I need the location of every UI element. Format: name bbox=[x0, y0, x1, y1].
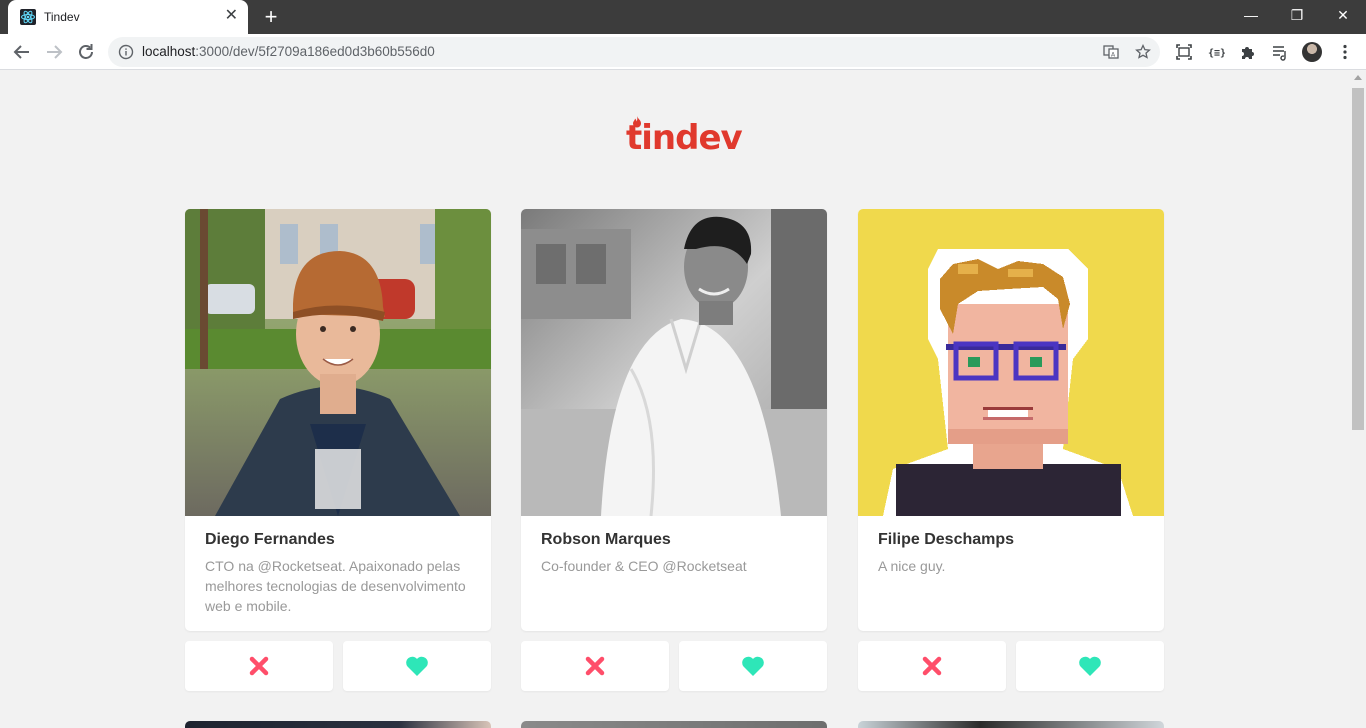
dev-name: Diego Fernandes bbox=[205, 531, 335, 548]
restore-button[interactable]: ❐ bbox=[1274, 0, 1320, 30]
like-button[interactable] bbox=[679, 641, 827, 691]
dev-card-partial bbox=[185, 721, 491, 728]
dev-photo-diego bbox=[185, 209, 491, 516]
dislike-button[interactable] bbox=[521, 641, 669, 691]
dislike-button[interactable] bbox=[858, 641, 1006, 691]
react-favicon-icon bbox=[20, 9, 36, 25]
like-button[interactable] bbox=[343, 641, 491, 691]
new-tab-button[interactable]: + bbox=[260, 4, 282, 30]
scroll-up-arrow-icon[interactable] bbox=[1354, 75, 1362, 80]
address-bar[interactable]: localhost:3000/dev/5f2709a186ed0d3b60b55… bbox=[108, 37, 1160, 67]
url-text[interactable]: localhost:3000/dev/5f2709a186ed0d3b60b55… bbox=[142, 44, 435, 59]
browser-toolbar: localhost:3000/dev/5f2709a186ed0d3b60b55… bbox=[0, 34, 1366, 70]
dislike-button[interactable] bbox=[185, 641, 333, 691]
like-heart-icon bbox=[1079, 656, 1101, 676]
json-viewer-icon[interactable]: {≡} bbox=[1207, 43, 1225, 61]
flame-icon bbox=[633, 116, 641, 128]
back-arrow-icon[interactable] bbox=[8, 38, 36, 66]
logo-text: tindev bbox=[626, 118, 743, 158]
more-menu-icon[interactable] bbox=[1336, 43, 1354, 61]
reload-icon[interactable] bbox=[72, 38, 100, 66]
tab-title: Tindev bbox=[44, 10, 80, 24]
close-window-button[interactable]: ✕ bbox=[1320, 0, 1366, 30]
svg-text:{≡}: {≡} bbox=[1208, 48, 1225, 59]
dev-bio: CTO na @Rocketseat. Apaixonado pelas mel… bbox=[205, 558, 466, 614]
browser-tab[interactable]: Tindev ✕ bbox=[8, 0, 248, 34]
page-content: tindev Diego Fernandes CTO na @Rocketsea… bbox=[0, 71, 1350, 728]
dislike-x-icon bbox=[249, 656, 269, 676]
like-button[interactable] bbox=[1016, 641, 1164, 691]
dev-name: Filipe Deschamps bbox=[878, 531, 1015, 548]
extensions-puzzle-icon[interactable] bbox=[1239, 43, 1257, 61]
minimize-button[interactable]: — bbox=[1228, 0, 1274, 30]
media-queue-icon[interactable] bbox=[1271, 43, 1289, 61]
page-scrollbar[interactable] bbox=[1350, 71, 1366, 728]
dev-photo-filipe bbox=[858, 209, 1164, 516]
dislike-x-icon bbox=[922, 656, 942, 676]
dev-card: Filipe Deschamps A nice guy. bbox=[858, 209, 1164, 631]
dev-card: Robson Marques Co-founder & CEO @Rockets… bbox=[521, 209, 827, 631]
tab-close-icon[interactable]: ✕ bbox=[225, 8, 238, 24]
dev-bio: A nice guy. bbox=[878, 558, 946, 574]
dislike-x-icon bbox=[585, 656, 605, 676]
dev-photo-robson bbox=[521, 209, 827, 516]
scrollbar-thumb[interactable] bbox=[1352, 88, 1364, 430]
dev-bio: Co-founder & CEO @Rocketseat bbox=[541, 558, 747, 574]
dev-card-partial bbox=[521, 721, 827, 728]
screenshot-icon[interactable] bbox=[1175, 43, 1193, 61]
translate-icon[interactable]: A bbox=[1103, 44, 1119, 60]
like-heart-icon bbox=[406, 656, 428, 676]
dev-card: Diego Fernandes CTO na @Rocketseat. Apai… bbox=[185, 209, 491, 631]
like-heart-icon bbox=[742, 656, 764, 676]
info-icon[interactable] bbox=[118, 44, 134, 60]
profile-avatar[interactable] bbox=[1302, 42, 1322, 62]
tindev-logo: tindev bbox=[626, 116, 743, 158]
forward-arrow-icon[interactable] bbox=[40, 38, 68, 66]
bookmark-star-icon[interactable] bbox=[1135, 44, 1151, 60]
dev-card-partial bbox=[858, 721, 1164, 728]
browser-titlebar: Tindev ✕ + — ❐ ✕ bbox=[0, 0, 1366, 34]
dev-name: Robson Marques bbox=[541, 531, 671, 548]
